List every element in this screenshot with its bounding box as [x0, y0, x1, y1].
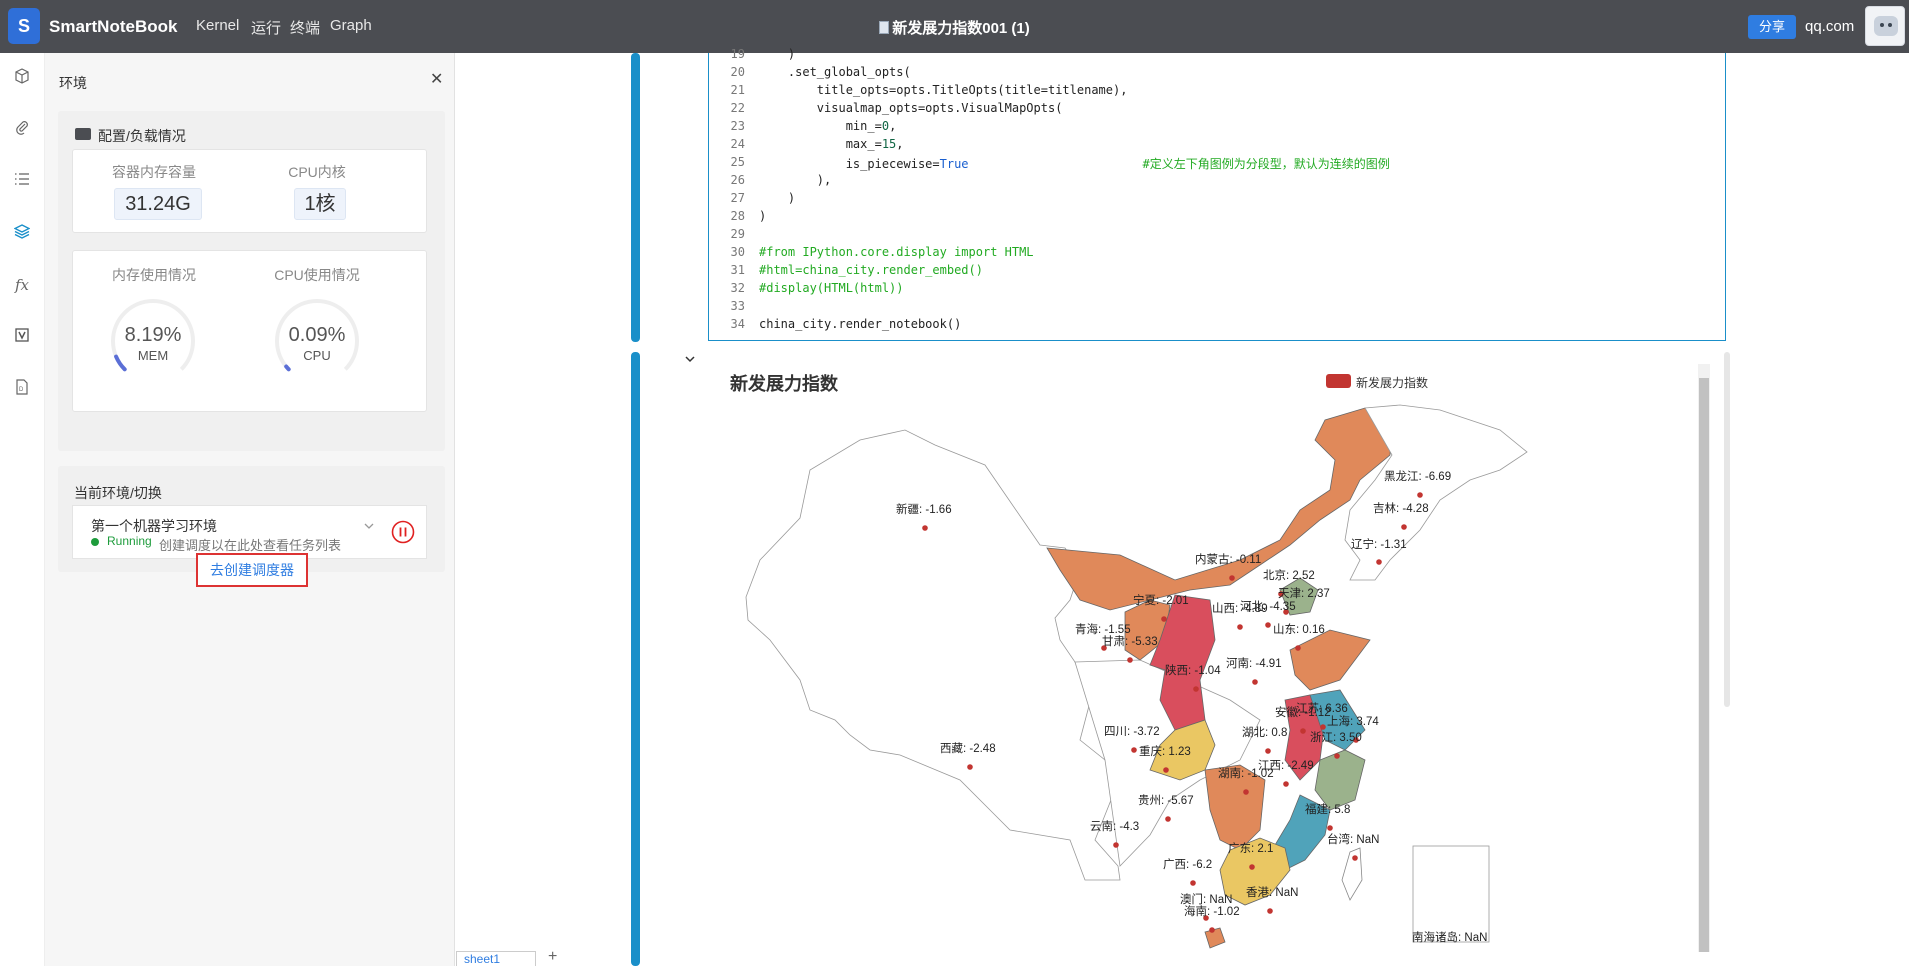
- region-dot[interactable]: [1300, 728, 1306, 734]
- add-sheet-button[interactable]: +: [548, 948, 557, 966]
- region-dot[interactable]: [1252, 679, 1258, 685]
- region-shandong: [1289, 629, 1371, 691]
- region-label: 江西: -2.49: [1258, 759, 1314, 772]
- region-label: 江苏: 6.36: [1296, 702, 1348, 715]
- region-dot[interactable]: [1376, 559, 1382, 565]
- region-dot[interactable]: [1320, 724, 1326, 730]
- south-china-sea-inset: [1412, 845, 1490, 943]
- region-label: 山东: 0.16: [1273, 623, 1325, 636]
- region-label: 台湾: NaN: [1327, 832, 1379, 846]
- region-taiwan: [1341, 847, 1363, 901]
- region-label: 四川: -3.72: [1104, 725, 1160, 738]
- region-dot[interactable]: [1243, 789, 1249, 795]
- region-dot[interactable]: [1265, 748, 1271, 754]
- region-dot[interactable]: [1237, 624, 1243, 630]
- region-label: 福建: 5.8: [1305, 802, 1350, 816]
- map-outline-west: [745, 429, 1121, 881]
- region-dot[interactable]: [1127, 657, 1133, 663]
- region-label: 广东: 2.1: [1228, 842, 1273, 855]
- region-label: 河南: -4.91: [1226, 656, 1282, 670]
- region-dot[interactable]: [1295, 645, 1301, 651]
- region-label: 上海: 3.74: [1327, 714, 1379, 728]
- region-dot[interactable]: [1165, 816, 1171, 822]
- region-dot[interactable]: [922, 525, 928, 531]
- region-label: 湖北: 0.8: [1242, 725, 1287, 739]
- region-label: 云南: -4.3: [1090, 819, 1139, 833]
- region-dot[interactable]: [1265, 622, 1271, 628]
- region-label: 贵州: -5.67: [1138, 794, 1194, 807]
- region-dot[interactable]: [1352, 855, 1358, 861]
- region-label: 海南: -1.02: [1184, 904, 1240, 918]
- region-dot[interactable]: [1229, 575, 1235, 581]
- notebook-scrollbar[interactable]: [1724, 352, 1730, 707]
- region-inner-mongolia: [1046, 407, 1393, 611]
- region-label: 新疆: -1.66: [896, 502, 952, 516]
- region-dot[interactable]: [1193, 686, 1199, 692]
- region-hainan: [1204, 927, 1226, 949]
- region-zhejiang: [1314, 749, 1366, 811]
- region-label: 南海诸岛: NaN: [1412, 930, 1487, 944]
- region-dot[interactable]: [1163, 767, 1169, 773]
- region-label: 河北: -4.35: [1240, 600, 1296, 613]
- region-dot[interactable]: [1334, 753, 1340, 759]
- region-label: 北京: 2.52: [1263, 568, 1315, 582]
- region-label: 浙江: 3.50: [1310, 731, 1362, 744]
- region-dot[interactable]: [967, 764, 973, 770]
- region-label: 西藏: -2.48: [940, 742, 996, 755]
- region-dot[interactable]: [1249, 864, 1255, 870]
- region-dot[interactable]: [1113, 842, 1119, 848]
- region-dot[interactable]: [1267, 908, 1273, 914]
- region-label: 内蒙古: -0.11: [1195, 552, 1261, 566]
- region-dot[interactable]: [1417, 492, 1423, 498]
- region-dot[interactable]: [1401, 524, 1407, 530]
- china-map: 黑龙江: -6.69 吉林: -4.28 辽宁: -1.31 新疆: -1.66 内蒙古…: [745, 404, 1528, 949]
- region-label: 澳门: NaN: [1180, 892, 1232, 906]
- region-label: 重庆: 1.23: [1139, 744, 1191, 758]
- region-label: 青海: -1.55: [1075, 622, 1131, 636]
- region-label: 天津: 2.37: [1278, 587, 1330, 600]
- region-dot[interactable]: [1209, 927, 1215, 933]
- region-label: 黑龙江: -6.69: [1384, 470, 1451, 483]
- sheet-tab[interactable]: sheet1: [456, 951, 536, 966]
- region-label: 甘肃: -5.33: [1102, 635, 1158, 648]
- region-dot[interactable]: [1327, 825, 1333, 831]
- region-label: 宁夏: -2.01: [1133, 593, 1189, 607]
- region-dot[interactable]: [1283, 781, 1289, 787]
- region-label: 广西: -6.2: [1163, 858, 1212, 871]
- region-label: 辽宁: -1.31: [1351, 537, 1407, 551]
- region-dot[interactable]: [1131, 747, 1137, 753]
- region-dot[interactable]: [1161, 616, 1167, 622]
- region-label: 吉林: -4.28: [1373, 501, 1429, 515]
- region-label: 陕西: -1.04: [1165, 663, 1221, 677]
- region-label: 香港: NaN: [1246, 886, 1298, 899]
- output-scrollbar-thumb[interactable]: [1699, 378, 1709, 952]
- region-dot[interactable]: [1190, 880, 1196, 886]
